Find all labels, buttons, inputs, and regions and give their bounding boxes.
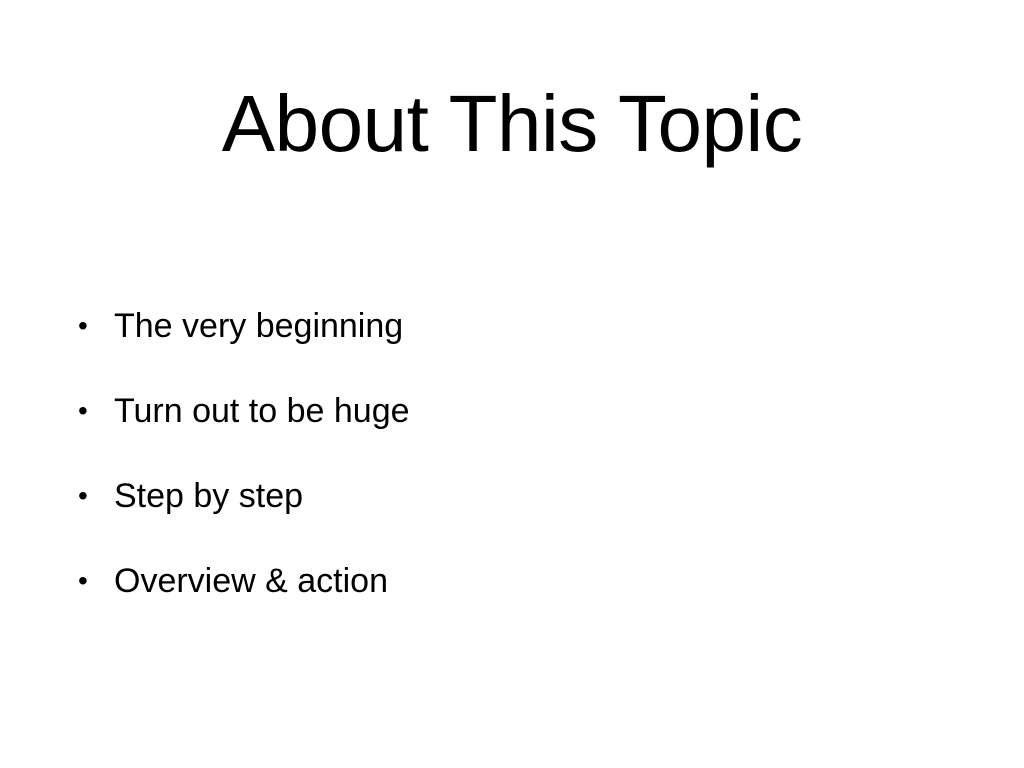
bullet-list: • The very beginning • Turn out to be hu…	[78, 305, 410, 645]
bullet-text: Turn out to be huge	[114, 392, 410, 430]
bullet-item: • Turn out to be huge	[78, 390, 410, 432]
slide-title: About This Topic	[221, 79, 803, 168]
bullet-icon: •	[78, 395, 88, 426]
bullet-icon: •	[78, 565, 88, 596]
slide: About This Topic • The very beginning • …	[0, 0, 1024, 768]
bullet-item: • Overview & action	[78, 560, 410, 602]
bullet-text: Step by step	[114, 477, 304, 515]
bullet-text: The very beginning	[114, 307, 404, 345]
bullet-text: Overview & action	[114, 562, 388, 600]
bullet-item: • The very beginning	[78, 305, 410, 347]
bullet-icon: •	[78, 480, 88, 511]
bullet-item: • Step by step	[78, 475, 410, 517]
bullet-icon: •	[78, 310, 88, 341]
